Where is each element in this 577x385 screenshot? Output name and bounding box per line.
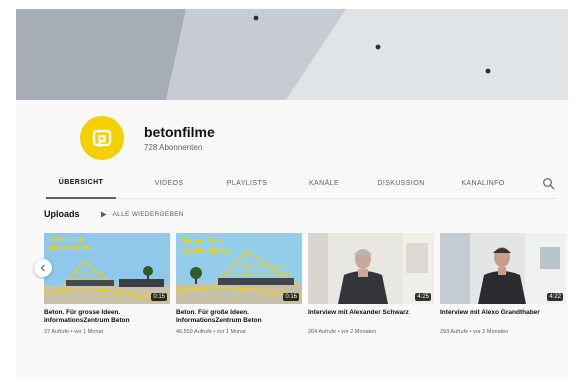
video-grid: Beton. Für grosse Ideen. 0:15 Beton. Für… [44,233,568,358]
channel-banner [16,9,568,100]
tab-channels[interactable]: KANÄLE [294,169,354,199]
tab-overview[interactable]: ÜBERSICHT [46,169,116,199]
video-thumbnail[interactable]: 4:22 [440,233,566,304]
video-thumbnail[interactable]: Beton. Für grosse Ideen. 0:15 [44,233,170,304]
video-thumbnail[interactable]: Beton. Für große Ideen. 0:16 [176,233,302,304]
video-duration: 4:22 [547,293,563,301]
thumbnail-caption: Beton. Für große Ideen. [182,237,230,255]
video-thumbnail[interactable]: 4:25 [308,233,434,304]
carousel-prev-button[interactable] [34,259,52,277]
chevron-left-icon [40,264,45,272]
video-card[interactable]: 4:25 Interview mit Alexander Schwarz 264… [308,233,434,335]
play-all-label: ALLE WIEDERGEBEN [112,210,184,218]
channel-avatar[interactable] [80,116,124,160]
uploads-shelf-header: Uploads ALLE WIEDERGEBEN [44,207,184,221]
channel-logo-icon [92,129,112,147]
video-meta: 264 Aufrufe • vor 2 Monaten [308,329,377,335]
video-meta: 37 Aufrufe • vor 1 Monat [44,329,104,335]
tab-about[interactable]: KANALINFO [448,169,518,199]
channel-page: betonfilme 728 Abonnenten ÜBERSICHT VIDE… [16,9,568,379]
video-title[interactable]: Interview mit Alexander Schwarz [308,309,434,325]
subscriber-count: 728 Abonnenten [144,143,203,152]
channel-name: betonfilme [144,124,215,140]
video-title[interactable]: Interview mit Alexo Grandthaber [440,309,566,325]
thumbnail-caption: Beton. Für grosse Ideen. [49,237,95,252]
video-card[interactable]: Beton. Für grosse Ideen. 0:15 Beton. Für… [44,233,170,335]
video-meta: 293 Aufrufe • vor 2 Monaten [440,329,509,335]
video-duration: 0:16 [283,293,299,301]
tab-playlists[interactable]: PLAYLISTS [212,169,282,199]
channel-header: betonfilme 728 Abonnenten [80,110,215,166]
video-duration: 0:15 [151,293,167,301]
video-title[interactable]: Beton. Für große Ideen. InformationsZent… [176,309,302,325]
video-title[interactable]: Beton. Für grosse Ideen. InformationsZen… [44,309,170,325]
play-all-icon [100,211,107,217]
channel-tabs: ÜBERSICHT VIDEOS PLAYLISTS KANÄLE DISKUS… [46,169,556,199]
video-card[interactable]: 4:22 Interview mit Alexo Grandthaber 293… [440,233,566,335]
tab-videos[interactable]: VIDEOS [134,169,204,199]
video-duration: 4:25 [415,293,431,301]
video-meta: 46.559 Aufrufe • vor 1 Monat [176,329,246,335]
search-icon[interactable] [542,177,556,191]
play-all-button[interactable]: ALLE WIEDERGEBEN [100,211,184,218]
video-card[interactable]: Beton. Für große Ideen. 0:16 Beton. Für … [176,233,302,335]
shelf-title[interactable]: Uploads [44,209,80,219]
tab-discussion[interactable]: DISKUSSION [366,169,436,199]
